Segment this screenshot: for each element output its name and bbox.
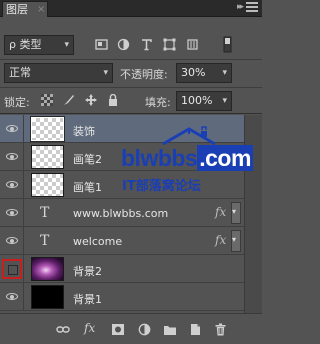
visibility-toggle[interactable] <box>0 171 24 199</box>
visibility-toggle-hidden[interactable] <box>0 255 24 283</box>
eye-icon <box>6 125 18 132</box>
search-icon: ρ <box>9 38 16 51</box>
chevron-down-icon: ▾ <box>222 96 227 106</box>
filter-toggle-icon[interactable] <box>223 36 232 53</box>
layer-name[interactable]: 画笔2 <box>73 151 102 167</box>
layer-row-beijing2[interactable]: 背景2 <box>0 255 244 283</box>
text-layer-icon: T <box>40 205 50 221</box>
collapse-icon[interactable]: ▸▸ <box>237 2 244 12</box>
lock-row: 锁定: 填充: 100% ▾ <box>0 88 262 114</box>
layer-thumbnail <box>31 285 64 309</box>
smart-object-filter-icon[interactable] <box>186 38 199 51</box>
layer-row-zhuangshi[interactable]: 装饰 <box>0 115 244 143</box>
layer-row-www[interactable]: T www.blwbbs.com fx <box>0 199 244 227</box>
fx-icon[interactable]: fx <box>215 233 226 247</box>
fill-label: 填充: <box>145 96 171 109</box>
lock-image-pixels-icon[interactable] <box>63 94 75 106</box>
layer-name[interactable]: www.blwbbs.com <box>73 207 168 220</box>
delete-layer-icon[interactable] <box>214 323 227 336</box>
eye-icon <box>6 237 18 244</box>
blend-mode-select[interactable]: 正常 ▾ <box>4 63 113 83</box>
new-group-icon[interactable] <box>163 323 177 336</box>
text-layer-icon: T <box>40 233 50 249</box>
link-layers-icon[interactable] <box>56 323 70 336</box>
chevron-down-icon: ▾ <box>222 68 227 78</box>
watermark-subtitle: IT部落窝论坛 <box>122 179 201 194</box>
lock-position-icon[interactable] <box>85 94 97 106</box>
visibility-toggle[interactable] <box>0 199 24 227</box>
opacity-field[interactable]: 30% ▾ <box>176 63 232 83</box>
panel-titlebar: 图层 × ▸▸ <box>0 0 262 17</box>
eye-icon <box>6 153 18 160</box>
layers-bottom-toolbar: fx <box>0 313 262 344</box>
lock-transparent-pixels-icon[interactable] <box>41 94 53 106</box>
layer-name[interactable]: welcome <box>73 235 122 248</box>
tab-label: 图层 <box>6 3 28 16</box>
layer-thumbnail <box>31 257 64 281</box>
layer-name[interactable]: 装饰 <box>73 123 95 139</box>
layer-row-huabi2[interactable]: 画笔2 <box>0 143 244 171</box>
opacity-label: 不透明度: <box>120 68 168 81</box>
filter-row: ρ 类型 ▾ <box>0 29 262 60</box>
type-filter-icon[interactable] <box>140 38 153 51</box>
chevron-down-icon: ▾ <box>64 40 69 50</box>
visibility-toggle[interactable] <box>0 143 24 171</box>
fill-field[interactable]: 100% ▾ <box>176 91 232 111</box>
layer-name[interactable]: 背景1 <box>73 291 102 307</box>
eye-icon <box>6 181 18 188</box>
effects-expand-toggle[interactable] <box>231 230 241 252</box>
layer-list: 装饰 画笔2 画笔1 T www.blwbbs.com fx T welcome… <box>0 115 262 313</box>
effects-expand-toggle[interactable] <box>231 202 241 224</box>
pixel-filter-icon[interactable] <box>95 38 108 51</box>
blend-row: 正常 ▾ 不透明度: 30% ▾ <box>0 60 262 88</box>
layer-thumbnail <box>31 173 64 197</box>
highlight-box <box>2 259 22 279</box>
visibility-toggle[interactable] <box>0 227 24 255</box>
filter-kind-select[interactable]: ρ 类型 ▾ <box>4 35 74 55</box>
tab-layers[interactable]: 图层 × <box>2 1 48 17</box>
opacity-value: 30% <box>181 66 206 79</box>
filter-kind-label: 类型 <box>19 38 42 51</box>
layer-name[interactable]: 画笔1 <box>73 179 102 195</box>
fill-value: 100% <box>181 94 213 107</box>
visibility-toggle[interactable] <box>0 115 24 143</box>
layer-thumbnail <box>31 145 64 169</box>
new-fill-adjustment-icon[interactable] <box>138 323 151 336</box>
lock-label: 锁定: <box>4 96 30 109</box>
adjustment-filter-icon[interactable] <box>117 38 130 51</box>
layer-thumbnail <box>30 116 65 142</box>
add-layer-style-icon[interactable]: fx <box>84 321 95 335</box>
layer-name[interactable]: 背景2 <box>73 263 102 279</box>
panel-menu-icon[interactable] <box>246 2 258 12</box>
blend-mode-value: 正常 <box>9 66 31 79</box>
eye-icon <box>6 293 18 300</box>
visibility-toggle[interactable] <box>0 283 24 311</box>
layer-row-beijing1[interactable]: 背景1 <box>0 283 244 311</box>
new-layer-icon[interactable] <box>189 323 202 336</box>
fx-icon[interactable]: fx <box>215 205 226 219</box>
chevron-down-icon: ▾ <box>103 68 108 78</box>
add-mask-icon[interactable] <box>111 323 125 336</box>
shape-filter-icon[interactable] <box>163 38 176 51</box>
layer-list-scrollbar[interactable] <box>244 115 262 313</box>
lock-all-icon[interactable] <box>107 94 119 106</box>
close-icon[interactable]: × <box>37 2 45 17</box>
layer-row-welcome[interactable]: T welcome fx <box>0 227 244 255</box>
eye-icon <box>6 209 18 216</box>
